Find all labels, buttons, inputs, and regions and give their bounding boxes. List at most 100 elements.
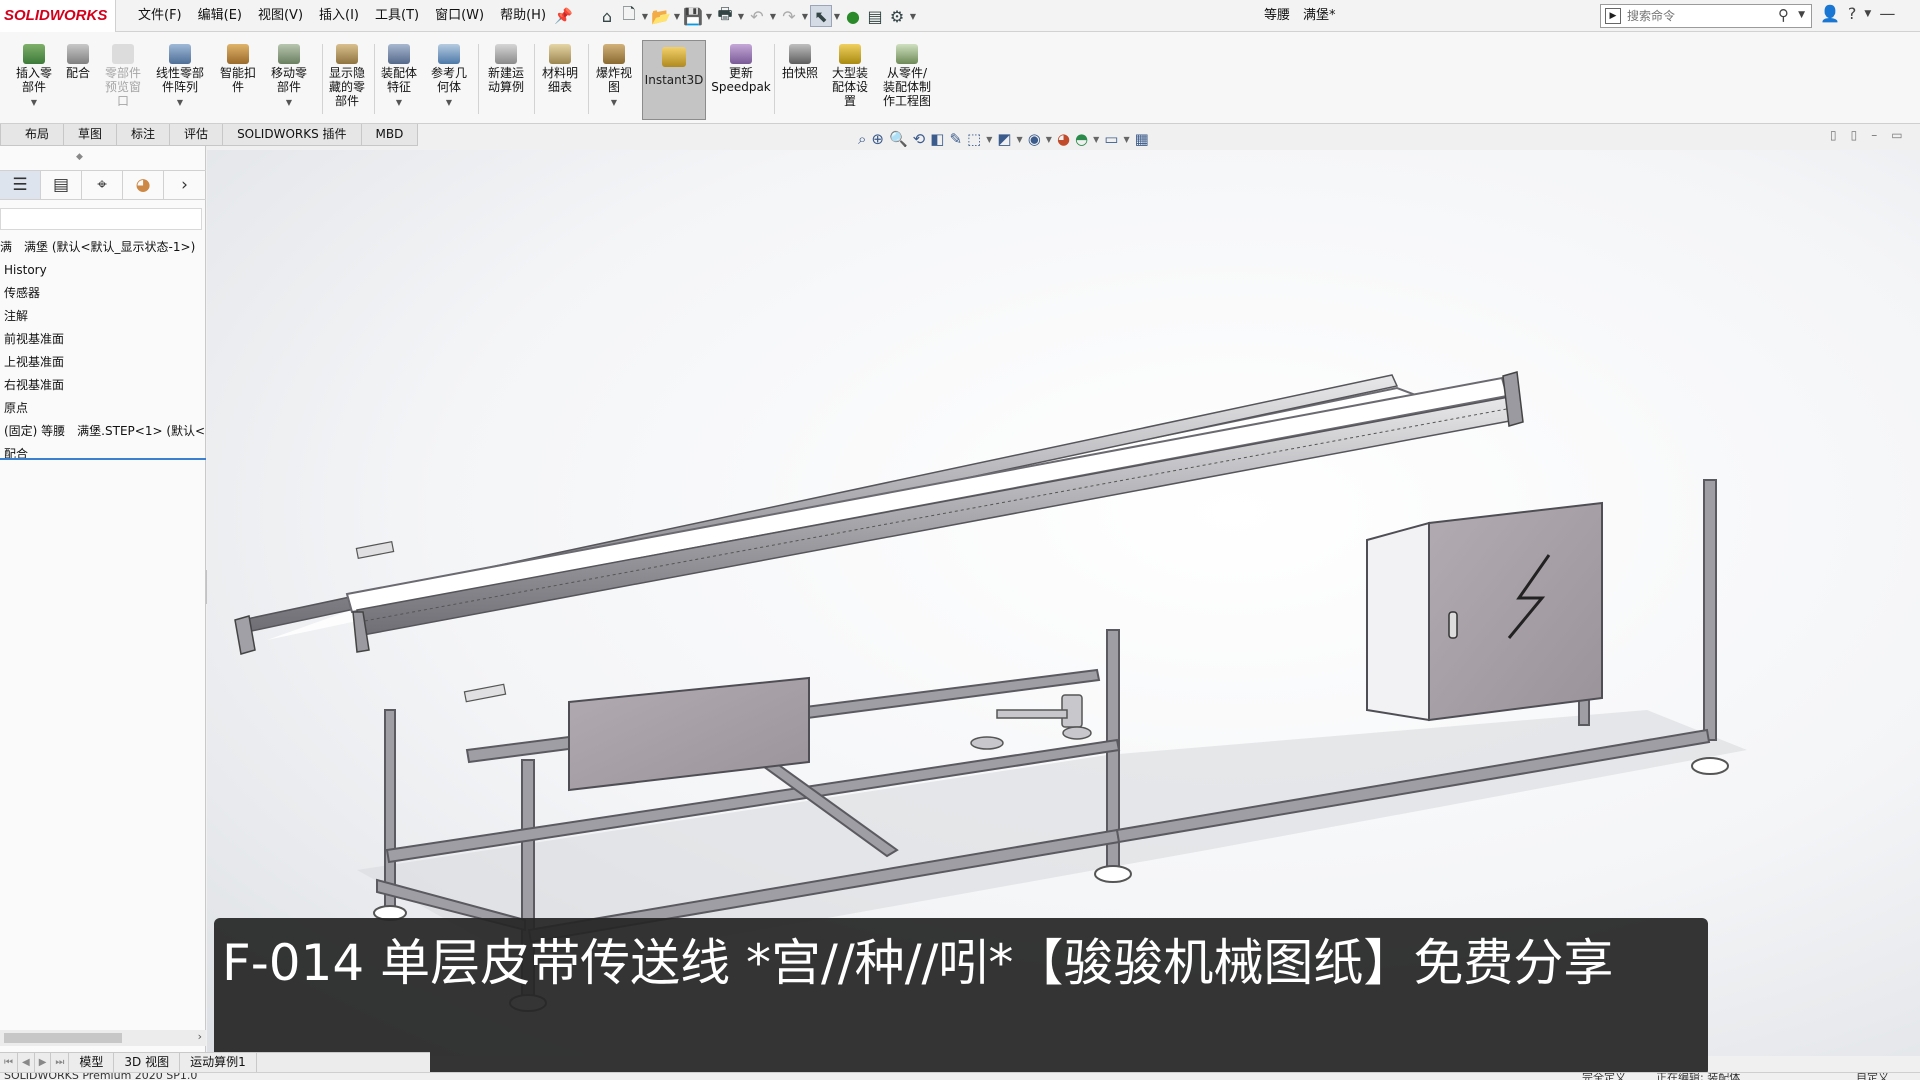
move-component-dropdown-icon[interactable]: ▼ (264, 96, 314, 110)
reference-geometry-button[interactable]: 参考几 何体 ▼ (426, 44, 472, 110)
search-input[interactable] (1627, 7, 1777, 25)
menu-window[interactable]: 窗口(W) (435, 0, 484, 32)
assembly-features-dropdown-icon[interactable]: ▼ (376, 96, 422, 110)
menu-tools[interactable]: 工具(T) (375, 0, 419, 32)
tab-layout[interactable]: 布局 (0, 124, 65, 146)
more-tabs-chevron-icon[interactable]: › (164, 171, 205, 199)
dynamic-annotation-icon[interactable]: ✎ (949, 130, 962, 148)
view-settings-dropdown-icon[interactable]: ▼ (1123, 135, 1129, 144)
tree-item-sensors[interactable]: 传感器 (0, 282, 206, 305)
mate-button[interactable]: 配合 (60, 44, 96, 80)
tab-scroll-first-icon[interactable]: ⏮ (0, 1053, 18, 1072)
tab-motion-study-1[interactable]: 运动算例1 (180, 1053, 257, 1072)
view-orientation-icon[interactable]: ⬚ (967, 130, 981, 148)
new-dropdown-icon[interactable]: ▼ (640, 12, 650, 21)
viewport-restore-icon[interactable]: ▭ (1891, 128, 1902, 142)
open-folder-icon[interactable]: 📂 (650, 5, 672, 27)
view-settings-icon[interactable]: ▭ (1104, 130, 1118, 148)
rollback-bar[interactable] (0, 458, 206, 460)
print-icon[interactable]: 🖶 (714, 4, 736, 27)
tab-scroll-next-icon[interactable]: ▶ (35, 1053, 52, 1072)
tab-model[interactable]: 模型 (69, 1053, 115, 1072)
pin-icon[interactable]: 📌 (554, 7, 573, 25)
zoom-to-area-icon[interactable]: ⊕ (871, 130, 884, 148)
edit-appearance-icon[interactable]: ◕ (1057, 130, 1070, 148)
section-view-icon[interactable]: ◧ (930, 130, 944, 148)
assembly-features-button[interactable]: 装配体 特征 ▼ (376, 44, 422, 110)
viewport-split-right-icon[interactable]: ▯ (1851, 128, 1858, 142)
exploded-view-dropdown-icon[interactable]: ▼ (590, 96, 638, 110)
reference-geometry-dropdown-icon[interactable]: ▼ (426, 96, 472, 110)
tree-item-front-plane[interactable]: 前视基准面 (0, 328, 206, 351)
minimize-window-icon[interactable]: — (1879, 4, 1895, 23)
take-snapshot-button[interactable]: 拍快照 (776, 44, 824, 80)
search-icon[interactable]: ⚲ (1778, 6, 1789, 24)
save-dropdown-icon[interactable]: ▼ (704, 12, 714, 21)
save-icon[interactable]: 💾 (682, 5, 704, 27)
help-icon[interactable]: ? (1848, 4, 1857, 23)
hide-show-dropdown-icon[interactable]: ▼ (1046, 135, 1052, 144)
undo-icon[interactable]: ↶ (746, 5, 768, 27)
apply-scene-icon[interactable]: ◓ (1075, 130, 1088, 148)
zoom-to-fit-icon[interactable]: ⌕ (858, 130, 866, 148)
configurationmanager-icon[interactable]: ⌖ (82, 171, 123, 199)
featuremanager-tree-icon[interactable]: ☰ (0, 171, 41, 199)
propertymanager-icon[interactable]: ▤ (41, 171, 82, 199)
display-style-icon[interactable]: ◩ (997, 130, 1011, 148)
redo-icon[interactable]: ↷ (778, 5, 800, 27)
solidworks-logo[interactable]: SOLIDWORKS (0, 0, 116, 32)
show-hidden-components-button[interactable]: 显示隐 藏的零 部件 (324, 44, 370, 108)
file-properties-icon[interactable]: ▤ (864, 5, 886, 27)
tab-markup[interactable]: 标注 (116, 124, 171, 146)
viewport-minimize-icon[interactable]: – (1871, 128, 1877, 142)
tree-item-right-plane[interactable]: 右视基准面 (0, 374, 206, 397)
menu-view[interactable]: 视图(V) (258, 0, 303, 32)
tree-item-annotations[interactable]: 注解 (0, 305, 206, 328)
previous-view-icon[interactable]: ⟲ (913, 130, 926, 148)
tab-mbd[interactable]: MBD (360, 124, 419, 146)
displaymanager-icon[interactable]: ◕ (123, 171, 164, 199)
select-pointer-icon[interactable]: ⬉ (810, 5, 832, 27)
search-dropdown-icon[interactable]: ▼ (1798, 10, 1805, 20)
viewport-split-left-icon[interactable]: ▯ (1830, 128, 1837, 142)
view-orientation-dropdown-icon[interactable]: ▼ (986, 135, 992, 144)
scrollbar-thumb[interactable] (4, 1033, 122, 1043)
tree-filter-input[interactable] (0, 208, 202, 230)
tab-sketch[interactable]: 草图 (63, 124, 118, 146)
print-dropdown-icon[interactable]: ▼ (736, 12, 746, 21)
tree-item-mates[interactable]: 配合 (0, 443, 206, 466)
user-account-icon[interactable]: 👤 (1820, 4, 1840, 23)
tab-3d-views[interactable]: 3D 视图 (114, 1053, 181, 1072)
zoom-icon[interactable]: 🔍 (889, 130, 908, 148)
panel-grip-icon[interactable]: ◆ (76, 152, 83, 162)
search-mode-icon[interactable]: ▶ (1605, 8, 1621, 24)
menu-file[interactable]: 文件(F) (138, 0, 182, 32)
insert-component-button[interactable]: 插入零 部件 ▼ (8, 44, 60, 110)
select-dropdown-icon[interactable]: ▼ (832, 12, 842, 21)
menu-help[interactable]: 帮助(H) (500, 0, 546, 32)
home-icon[interactable]: ⌂ (596, 5, 618, 27)
hide-show-items-icon[interactable]: ◉ (1028, 130, 1041, 148)
tree-item-assembly-root[interactable]: 满 满堡 (默认<默认_显示状态-1>) (0, 236, 206, 259)
tree-horizontal-scrollbar[interactable]: › (0, 1030, 206, 1046)
new-motion-study-button[interactable]: 新建运 动算例 (480, 44, 532, 94)
linear-pattern-button[interactable]: 线性零部 件阵列 ▼ (150, 44, 210, 110)
update-speedpak-button[interactable]: 更新 Speedpak (710, 44, 772, 94)
exploded-view-button[interactable]: 爆炸视 图 ▼ (590, 44, 638, 110)
undo-dropdown-icon[interactable]: ▼ (768, 12, 778, 21)
smart-fasteners-button[interactable]: 智能扣 件 (214, 44, 262, 94)
menu-insert[interactable]: 插入(I) (319, 0, 359, 32)
instant3d-button[interactable]: Instant3D (642, 40, 706, 120)
tree-item-top-plane[interactable]: 上视基准面 (0, 351, 206, 374)
tab-scroll-prev-icon[interactable]: ◀ (18, 1053, 35, 1072)
scroll-right-arrow-icon[interactable]: › (198, 1030, 202, 1043)
menu-edit[interactable]: 编辑(E) (198, 0, 242, 32)
new-document-icon[interactable]: 🗋 (618, 4, 640, 27)
tab-solidworks-addins[interactable]: SOLIDWORKS 插件 (222, 124, 362, 146)
tree-item-history[interactable]: History (0, 259, 206, 282)
open-dropdown-icon[interactable]: ▼ (672, 12, 682, 21)
insert-component-dropdown-icon[interactable]: ▼ (8, 96, 60, 110)
tree-item-origin[interactable]: 原点 (0, 397, 206, 420)
options-gear-icon[interactable]: ⚙ (886, 5, 908, 27)
tree-item-fixed-component[interactable]: (固定) 等腰 满堡.STEP<1> (默认< (0, 420, 206, 443)
